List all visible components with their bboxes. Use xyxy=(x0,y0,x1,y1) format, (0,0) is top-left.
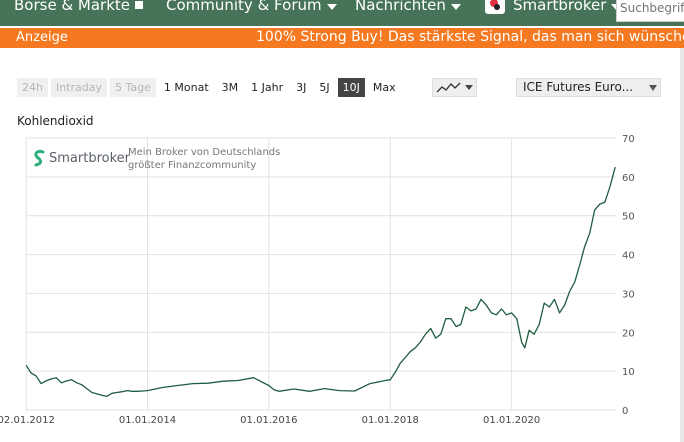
x-tick-label: 01.01.2018 xyxy=(362,415,419,426)
price-chart: 0 10 20 30 40 50 60 70 02.01.2012 01.01.2014 01.01… xyxy=(0,134,635,426)
price-series-line xyxy=(25,166,616,398)
y-tick-label: 70 xyxy=(622,134,635,145)
x-tick-label: 02.01.2012 xyxy=(0,415,55,426)
watermark-tagline: Mein Broker von Deutschlands größter Fin… xyxy=(128,146,280,172)
smartbroker-watermark: Smartbroker xyxy=(33,149,130,167)
watermark-tagline-line1: Mein Broker von Deutschlands xyxy=(128,147,281,158)
watermark-brand: Smartbroker xyxy=(49,150,130,166)
y-tick-label: 60 xyxy=(622,173,635,184)
y-tick-label: 50 xyxy=(622,212,635,223)
y-tick-label: 0 xyxy=(622,406,628,417)
x-tick-label: 01.01.2016 xyxy=(240,415,297,426)
watermark-tagline-line2: größter Finanzcommunity xyxy=(128,160,257,171)
x-tick-label: 01.01.2014 xyxy=(119,415,176,426)
x-tick-label: 01.01.2020 xyxy=(483,415,540,426)
y-tick-label: 30 xyxy=(622,289,635,300)
y-tick-label: 20 xyxy=(622,328,635,339)
smartbroker-s-icon xyxy=(34,150,45,167)
y-tick-label: 40 xyxy=(622,251,635,262)
y-tick-label: 10 xyxy=(622,367,635,378)
